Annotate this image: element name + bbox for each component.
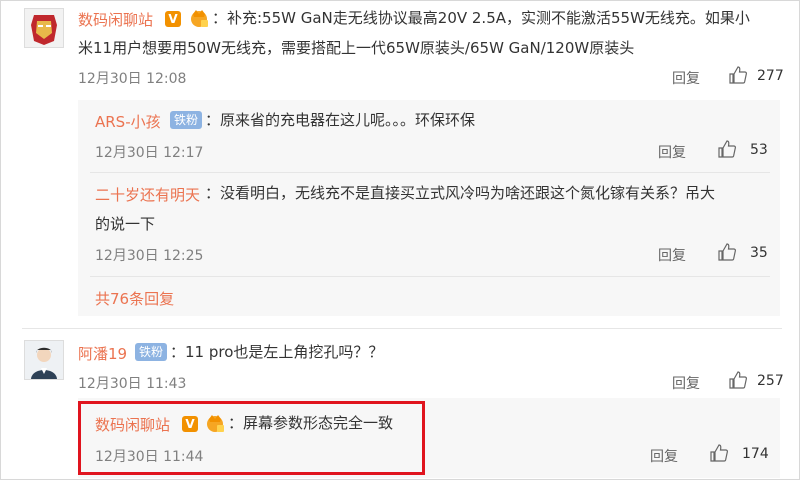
reply-text: ：原来省的充电器在这儿呢。。。环保环保 [205,111,476,129]
reply-button[interactable]: 回复 [658,142,686,162]
like-count: 174 [742,446,769,462]
avatar-user[interactable] [24,340,64,380]
reply-username[interactable]: 二十岁还有明天 [95,184,200,205]
reply-timestamp: 12月30日 12:25 [95,248,204,264]
verified-v-icon: V [165,11,181,27]
comment-text-line1: ：补充:55W GaN走无线协议最高20V 2.5A，实测不能激活55W无线充。… [212,9,750,27]
comment-text: ：11 pro也是左上角挖孔吗？？ [170,343,384,361]
like-icon[interactable] [718,140,736,162]
like-count: 35 [750,245,768,261]
comment-username[interactable]: 数码闲聊站 [78,9,153,30]
more-replies-link[interactable]: 共76条回复 [95,288,174,309]
reply-button[interactable]: 回复 [672,68,700,88]
vip-crown-icon [188,8,210,32]
like-icon[interactable] [729,66,747,88]
reply-username[interactable]: ARS-小孩 [95,111,161,132]
reply-text-line2: 的说一下 [95,215,156,233]
like-icon[interactable] [710,444,728,466]
comment-username[interactable]: 阿潘19 [78,343,127,364]
fan-badge: 铁粉 [170,111,203,129]
like-icon[interactable] [729,371,747,393]
comment-text-line2: 米11用户想要用50W无线充，需要搭配上一代65W原装头/65W GaN/120… [78,39,635,57]
divider [90,276,770,277]
reply-button[interactable]: 回复 [650,446,678,466]
reply-button[interactable]: 回复 [672,373,700,393]
divider [90,172,770,173]
comment-timestamp: 12月30日 12:08 [78,71,187,87]
avatar-ironman[interactable] [24,8,64,48]
divider [22,328,782,329]
like-count: 257 [757,373,784,389]
reply-timestamp: 12月30日 12:17 [95,145,204,161]
reply-button[interactable]: 回复 [658,245,686,265]
highlight-box [78,401,425,475]
fan-badge: 铁粉 [135,343,168,361]
comment-timestamp: 12月30日 11:43 [78,376,187,392]
like-count: 277 [757,68,784,84]
like-count: 53 [750,142,768,158]
like-icon[interactable] [718,243,736,265]
reply-text-line1: ：没看明白，无线充不是直接买立式风冷吗为啥还跟这个氮化镓有关系？吊大 [205,184,716,202]
